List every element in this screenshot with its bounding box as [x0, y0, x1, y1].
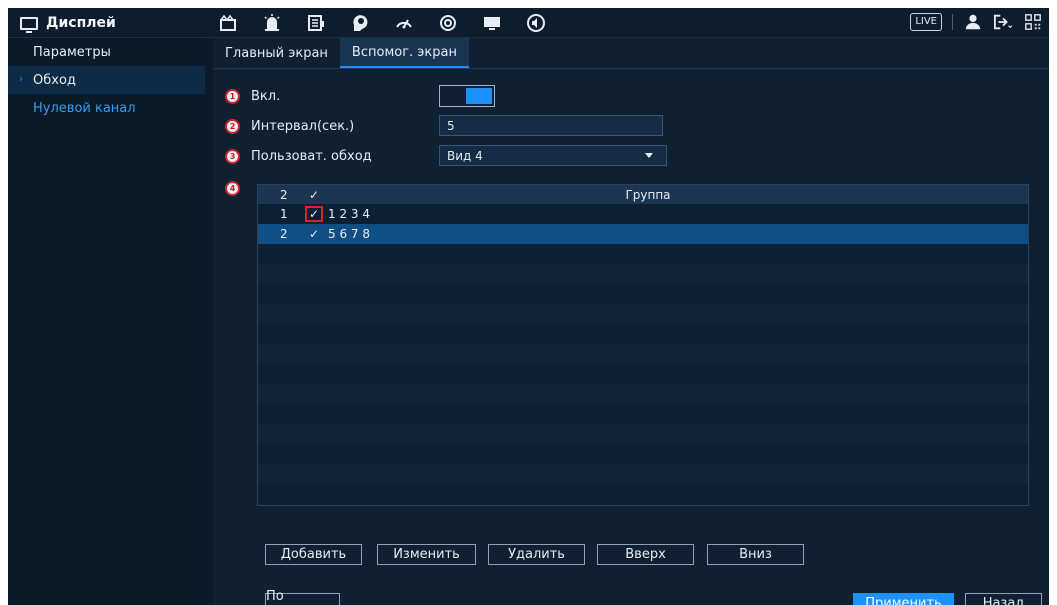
- empty-row: [258, 364, 1028, 384]
- callout-badge: 2: [225, 118, 240, 134]
- empty-row: [258, 244, 1028, 264]
- custom-tour-label: Пользоват. обход: [251, 148, 372, 164]
- toggle-knob: [466, 88, 492, 104]
- top-right-controls: LIVE: [910, 12, 1043, 32]
- chevron-down-icon: [645, 153, 653, 158]
- default-button[interactable]: По умолч...: [265, 589, 340, 605]
- empty-row: [258, 484, 1028, 504]
- alarm-icon[interactable]: [250, 11, 294, 35]
- row-checkbox[interactable]: ✓: [305, 206, 323, 222]
- sidebar-item-zero-channel[interactable]: Нулевой канал: [8, 94, 205, 122]
- row-group: 1 2 3 4: [328, 207, 370, 221]
- custom-tour-row: 3 Пользоват. обход: [225, 145, 372, 167]
- interval-row: 2 Интервал(сек.): [225, 115, 354, 137]
- enable-toggle[interactable]: [439, 85, 495, 107]
- camera-icon[interactable]: [206, 11, 250, 35]
- menu-title-label: Дисплей: [46, 15, 116, 31]
- custom-tour-select[interactable]: Вид 4: [439, 145, 667, 166]
- sidebar-item-label: Нулевой канал: [33, 100, 136, 116]
- enable-row: 1 Вкл.: [225, 85, 280, 107]
- app-window: Дисплей LIVE Параметры › Обход Нулевой к…: [8, 8, 1049, 605]
- table-row[interactable]: 2 ✓ 5 6 7 8: [258, 224, 1028, 244]
- top-bar: Дисплей LIVE: [8, 8, 1049, 38]
- row-check-cell: ✓: [300, 226, 328, 242]
- network-icon[interactable]: [382, 11, 426, 35]
- apply-button[interactable]: Применить: [853, 593, 954, 605]
- display-icon[interactable]: [470, 11, 514, 35]
- empty-row: [258, 404, 1028, 424]
- empty-row: [258, 464, 1028, 484]
- empty-row: [258, 384, 1028, 404]
- delete-button[interactable]: Удалить: [488, 544, 585, 565]
- empty-row: [258, 304, 1028, 324]
- callout-badge: 3: [225, 148, 240, 164]
- table-header: 2 ✓ Группа: [258, 185, 1028, 204]
- chevron-right-icon: ›: [19, 74, 23, 85]
- empty-row: [258, 264, 1028, 284]
- system-icon[interactable]: [426, 11, 470, 35]
- monitor-icon: [20, 16, 38, 33]
- interval-input[interactable]: [439, 115, 663, 136]
- sidebar: Параметры › Обход Нулевой канал: [8, 38, 205, 605]
- back-button[interactable]: Назад: [965, 593, 1042, 605]
- sidebar-item-label: Обход: [33, 72, 76, 88]
- user-icon[interactable]: [963, 12, 983, 32]
- select-value: Вид 4: [447, 148, 483, 163]
- ai-icon[interactable]: [338, 11, 382, 35]
- select-all-checkbox[interactable]: ✓: [305, 187, 323, 203]
- empty-row: [258, 324, 1028, 344]
- empty-row: [258, 444, 1028, 464]
- empty-row: [258, 424, 1028, 444]
- row-number: 1: [280, 207, 288, 221]
- callout-badge: 1: [225, 88, 240, 104]
- menu-title[interactable]: Дисплей: [20, 13, 116, 33]
- logout-icon[interactable]: [993, 12, 1013, 32]
- row-checkbox[interactable]: ✓: [305, 226, 323, 242]
- table-row[interactable]: 1 ✓ 1 2 3 4: [258, 204, 1028, 224]
- divider: [952, 14, 953, 30]
- sidebar-item-parameters[interactable]: Параметры: [8, 38, 205, 66]
- move-up-button[interactable]: Вверх: [597, 544, 694, 565]
- tab-main-screen[interactable]: Главный экран: [213, 38, 340, 68]
- tour-groups-table: 2 ✓ Группа 1 ✓ 1 2 3 4 2 ✓ 5 6 7 8: [257, 184, 1029, 506]
- empty-row: [258, 284, 1028, 304]
- header-group: Группа: [625, 187, 671, 202]
- tab-bar: Главный экран Вспомог. экран: [213, 38, 1049, 69]
- top-nav: [206, 11, 558, 35]
- tab-aux-screen[interactable]: Вспомог. экран: [339, 38, 470, 68]
- callout-badge: 4: [225, 180, 240, 196]
- edit-button[interactable]: Изменить: [377, 544, 476, 565]
- header-check-cell: ✓: [300, 187, 328, 203]
- enable-label: Вкл.: [251, 88, 281, 104]
- live-button[interactable]: LIVE: [910, 13, 942, 31]
- move-down-button[interactable]: Вниз: [707, 544, 804, 565]
- qr-code-icon[interactable]: [1023, 12, 1043, 32]
- main-panel: Главный экран Вспомог. экран 1 Вкл. 2 Ин…: [213, 38, 1049, 605]
- storage-icon[interactable]: [294, 11, 338, 35]
- add-button[interactable]: Добавить: [265, 544, 362, 565]
- interval-label: Интервал(сек.): [251, 118, 355, 134]
- row-number: 2: [280, 227, 288, 241]
- sidebar-item-label: Параметры: [33, 44, 111, 60]
- sidebar-item-tour[interactable]: › Обход: [8, 66, 205, 94]
- audio-icon[interactable]: [514, 11, 558, 35]
- empty-row: [258, 344, 1028, 364]
- row-check-cell: ✓: [300, 206, 328, 222]
- table-callout: 4: [225, 177, 251, 199]
- header-count: 2: [280, 187, 288, 202]
- row-group: 5 6 7 8: [328, 227, 370, 241]
